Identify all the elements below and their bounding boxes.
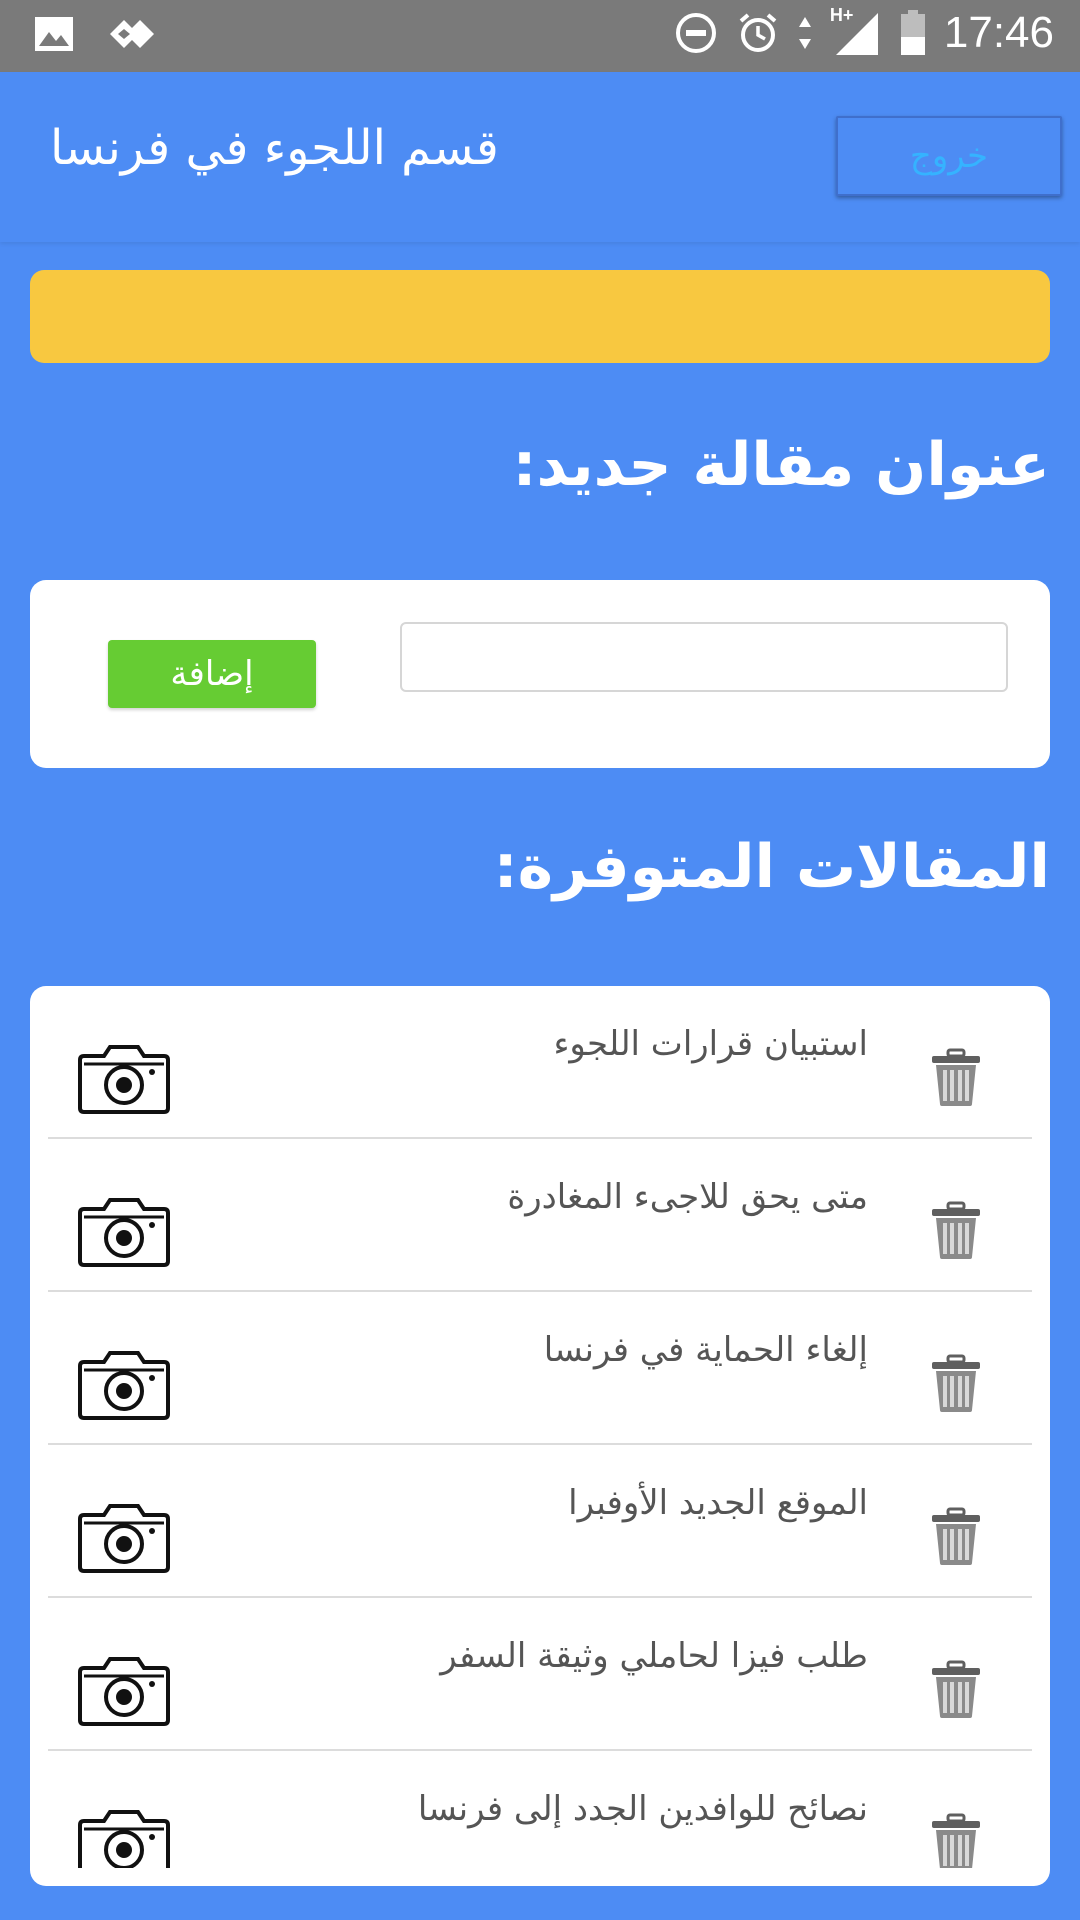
network-type-label: H+ — [829, 5, 854, 25]
logout-button[interactable]: خروج — [836, 116, 1062, 196]
app-bar: قسم اللجوء في فرنسا خروج — [0, 72, 1080, 242]
trash-icon[interactable] — [930, 1354, 982, 1414]
alarm-icon — [739, 13, 777, 52]
status-left — [34, 16, 156, 52]
data-arrows-icon — [798, 17, 811, 49]
article-row: نصائح للوافدين الجدد إلى فرنسا — [48, 1751, 1032, 1868]
article-row: استبيان قرارات اللجوء — [48, 986, 1032, 1139]
camera-icon[interactable] — [76, 1809, 172, 1868]
camera-icon[interactable] — [76, 1656, 172, 1728]
trash-icon[interactable] — [930, 1048, 982, 1108]
article-row: طلب فيزا لحاملي وثيقة السفر — [48, 1598, 1032, 1751]
camera-icon[interactable] — [76, 1350, 172, 1422]
trash-icon[interactable] — [930, 1507, 982, 1567]
article-title[interactable]: إلغاء الحماية في فرنسا — [544, 1330, 868, 1370]
trash-icon[interactable] — [930, 1660, 982, 1720]
camera-icon[interactable] — [76, 1197, 172, 1269]
do-not-disturb-icon — [675, 13, 716, 53]
app-title: قسم اللجوء في فرنسا — [50, 120, 499, 176]
article-title[interactable]: نصائح للوافدين الجدد إلى فرنسا — [418, 1789, 868, 1829]
app-notification-icon — [110, 20, 154, 48]
article-row: إلغاء الحماية في فرنسا — [48, 1292, 1032, 1445]
article-title[interactable]: طلب فيزا لحاملي وثيقة السفر — [440, 1636, 868, 1676]
battery-icon — [900, 10, 925, 55]
add-article-card: إضافة — [30, 580, 1050, 768]
notice-bar — [30, 270, 1050, 363]
trash-icon[interactable] — [930, 1201, 982, 1261]
signal-icon: H+ — [830, 5, 882, 57]
article-title[interactable]: استبيان قرارات اللجوء — [553, 1024, 868, 1064]
camera-icon[interactable] — [76, 1503, 172, 1575]
articles-heading: المقالات المتوفرة: — [493, 832, 1050, 902]
camera-icon[interactable] — [76, 1044, 172, 1116]
status-bar: H+ 17:46 — [0, 0, 1080, 72]
article-title-input[interactable] — [400, 622, 1008, 692]
add-button[interactable]: إضافة — [108, 640, 316, 708]
articles-list: استبيان قرارات اللجوء متى يحق للاجىء الم… — [48, 986, 1032, 1868]
article-title[interactable]: متى يحق للاجىء المغادرة — [507, 1177, 868, 1217]
article-title[interactable]: الموقع الجديد الأوفبرا — [568, 1483, 868, 1523]
image-icon — [35, 17, 73, 51]
articles-list-card: استبيان قرارات اللجوء متى يحق للاجىء الم… — [30, 986, 1050, 1886]
article-row: الموقع الجديد الأوفبرا — [48, 1445, 1032, 1598]
status-time: 17:46 — [943, 8, 1054, 57]
article-row: متى يحق للاجىء المغادرة — [48, 1139, 1032, 1292]
trash-icon[interactable] — [930, 1813, 982, 1868]
status-right: H+ 17:46 — [674, 5, 1054, 58]
new-article-heading: عنوان مقالة جديد: — [512, 430, 1050, 500]
